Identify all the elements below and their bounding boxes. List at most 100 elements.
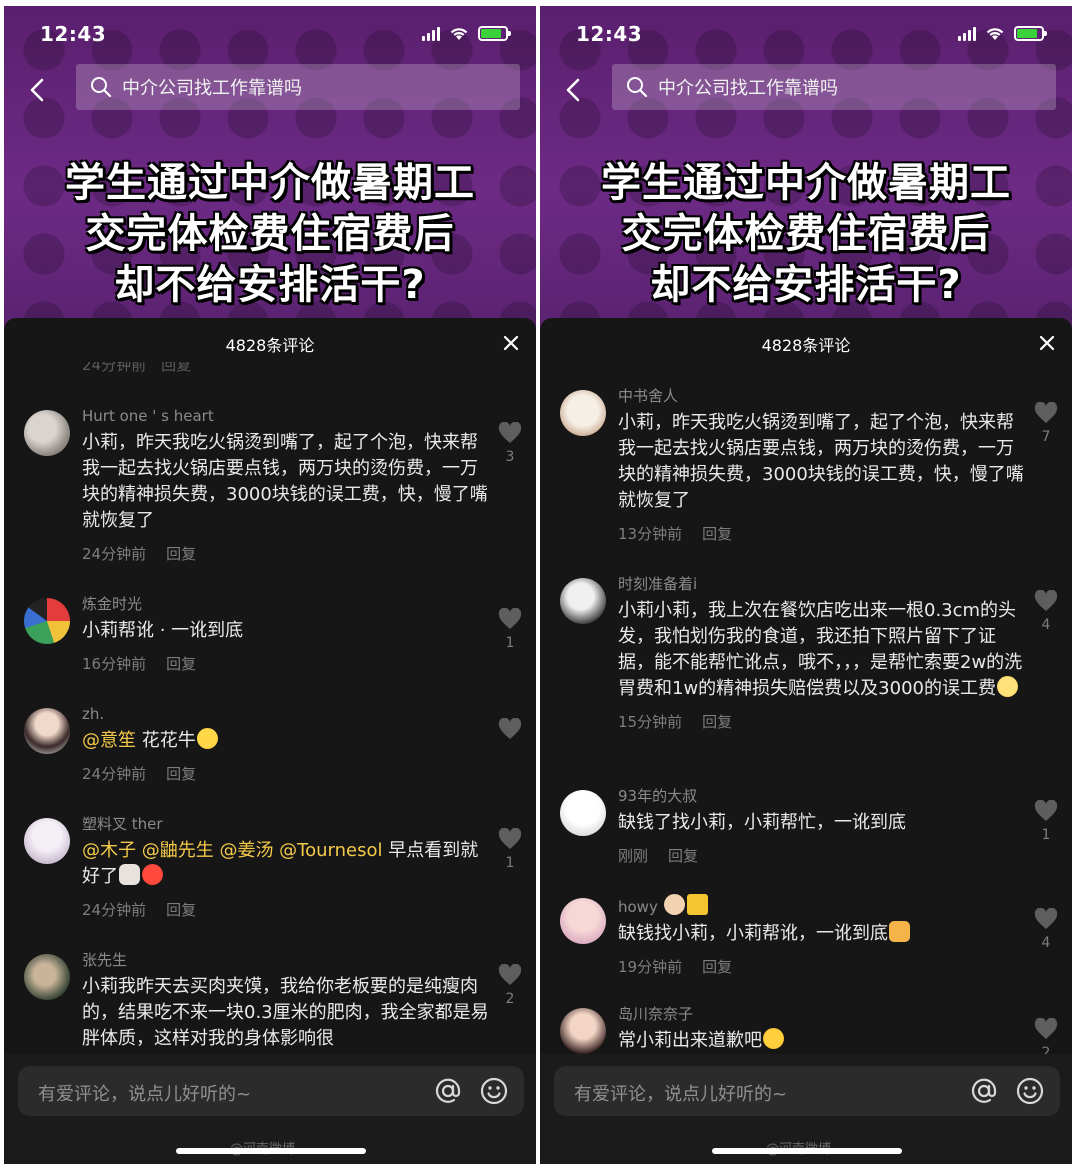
comment-time: 刚刚: [618, 847, 649, 865]
status-icons: [422, 26, 511, 41]
comment-input-bar: 有爱评论，说点儿好听的~ @河南微博: [540, 1054, 1072, 1164]
headline-line-1: 学生通过中介做暑期工: [601, 160, 1011, 206]
avatar[interactable]: [560, 390, 606, 436]
avatar[interactable]: [24, 598, 70, 644]
reply-button[interactable]: 回复: [166, 655, 196, 673]
like-count: 2: [1041, 1045, 1051, 1054]
comment-username[interactable]: 时刻准备着i: [618, 574, 1028, 594]
heart-icon: [498, 964, 522, 985]
comment-username[interactable]: 塑料叉 ther: [82, 814, 492, 834]
home-indicator[interactable]: [712, 1148, 902, 1154]
like-button[interactable]: 4: [1030, 590, 1062, 634]
comment-text: 小莉，昨天我吃火锅烫到嘴了，起了个泡，快来帮我一起去找火锅店要点钱，两万块的烫伤…: [82, 432, 488, 531]
comment-list[interactable]: 24分钟前 回复 Hurt one ' s heart 小莉，昨天我吃火锅烫到嘴…: [4, 362, 536, 1054]
like-button[interactable]: 4: [1030, 908, 1062, 952]
reply-button[interactable]: 回复: [166, 545, 196, 563]
back-arrow-icon[interactable]: [24, 76, 52, 104]
comment-username[interactable]: 93年的大叔: [618, 786, 1028, 806]
like-count: 3: [505, 449, 515, 465]
video-cover[interactable]: 12:43 中介公司找工作靠谱吗 学生通过中介做暑期工 交完体检费住宿费后 却不…: [540, 6, 1072, 336]
heart-icon: [1034, 590, 1058, 611]
mention-at-icon[interactable]: [970, 1077, 998, 1105]
close-icon[interactable]: [1038, 334, 1056, 352]
comment-username[interactable]: Hurt one ' s heart: [82, 406, 492, 426]
like-button[interactable]: [494, 718, 526, 744]
back-arrow-icon[interactable]: [560, 76, 588, 104]
comment-username[interactable]: zh.: [82, 704, 492, 724]
heart-icon: [1034, 1018, 1058, 1039]
like-button[interactable]: 2: [494, 964, 526, 1008]
comment-count: 4828条评论: [225, 336, 315, 355]
reply-button[interactable]: 回复: [702, 958, 732, 976]
like-count: 1: [505, 855, 515, 871]
grinning-emoji-icon: [763, 1028, 784, 1049]
comment-input[interactable]: 有爱评论，说点儿好听的~: [554, 1066, 1060, 1116]
avatar[interactable]: [24, 410, 70, 456]
avatar[interactable]: [560, 578, 606, 624]
comment-time: 15分钟前: [618, 713, 683, 731]
avatar[interactable]: [24, 954, 70, 1000]
comment-text-row: @意笙 花花牛: [82, 728, 492, 754]
comment-sheet: 4828条评论 24分钟前 回复 Hurt one ' s heart 小莉，昨…: [4, 318, 536, 1164]
comment-text: 小莉我昨天去买肉夹馍，我给你老板要的是纯瘦肉的，结果吃不来一块0.3厘米的肥肉，…: [82, 976, 489, 1049]
comment-username[interactable]: howy: [618, 898, 658, 916]
clipped-comment-meta: 24分钟前 回复: [82, 362, 192, 374]
emoji-picker-icon[interactable]: [480, 1077, 508, 1105]
heart-icon: [498, 718, 522, 739]
comment-username[interactable]: 中书舍人: [618, 386, 1028, 406]
like-button[interactable]: 1: [494, 608, 526, 652]
cover-headline: 学生通过中介做暑期工 交完体检费住宿费后 却不给安排活干?: [4, 158, 536, 311]
search-box[interactable]: 中介公司找工作靠谱吗: [612, 64, 1056, 110]
laughing-emoji-icon: [196, 728, 218, 749]
comment-text: 缺钱找小莉，小莉帮讹，一讹到底: [618, 923, 888, 944]
comment-list[interactable]: 中书舍人 小莉，昨天我吃火锅烫到嘴了，起了个泡，快来帮我一起去找火锅店要点钱，两…: [540, 362, 1072, 1054]
avatar[interactable]: [560, 790, 606, 836]
mentions[interactable]: @木子 @鼬先生 @姜汤 @Tournesol: [82, 840, 382, 861]
reply-button[interactable]: 回复: [166, 765, 196, 783]
search-query: 中介公司找工作靠谱吗: [658, 78, 838, 99]
like-button[interactable]: 1: [494, 828, 526, 872]
comment-username[interactable]: 张先生: [82, 950, 492, 970]
like-button[interactable]: 1: [1030, 800, 1062, 844]
search-box[interactable]: 中介公司找工作靠谱吗: [76, 64, 520, 110]
like-count: 1: [505, 635, 515, 651]
reply-button[interactable]: 回复: [668, 847, 698, 865]
comment-time: 24分钟前: [82, 545, 147, 563]
headline-line-1: 学生通过中介做暑期工: [65, 160, 475, 206]
close-icon[interactable]: [502, 334, 520, 352]
like-count: 2: [505, 991, 515, 1007]
avatar[interactable]: [24, 818, 70, 864]
avatar[interactable]: [560, 898, 606, 944]
comment-meta: 刚刚 回复: [618, 846, 1028, 866]
battery-icon: [1014, 26, 1047, 41]
phone-screenshot-right: 12:43 中介公司找工作靠谱吗 学生通过中介做暑期工 交完体检费住宿费后 却不…: [540, 6, 1072, 1164]
flushed-emoji-icon: [996, 676, 1018, 697]
mention[interactable]: @意笙: [82, 730, 136, 751]
mention-at-icon[interactable]: [434, 1077, 462, 1105]
comment-text: 小莉，昨天我吃火锅烫到嘴了，起了个泡，快来帮我一起去找火锅店要点钱，两万块的烫伤…: [618, 412, 1024, 511]
reply-button[interactable]: 回复: [702, 525, 732, 543]
avatar[interactable]: [24, 708, 70, 754]
avatar[interactable]: [560, 1008, 606, 1054]
heart-icon: [498, 422, 522, 443]
reply-button[interactable]: 回复: [702, 713, 732, 731]
heart-icon: [1034, 402, 1058, 423]
search-query: 中介公司找工作靠谱吗: [122, 78, 302, 99]
like-button[interactable]: 2: [1030, 1018, 1062, 1054]
status-bar: 12:43: [540, 6, 1072, 62]
comment-text: 常小莉出来道歉吧: [618, 1030, 762, 1051]
like-button[interactable]: 3: [494, 422, 526, 466]
comment-username[interactable]: 炼金时光: [82, 594, 492, 614]
video-cover[interactable]: 12:43 中介公司找工作靠谱吗 学生通过中介做暑期工 交完体检费住宿费后 却不…: [4, 6, 536, 336]
like-button[interactable]: 7: [1030, 402, 1062, 446]
heart-icon: [1034, 800, 1058, 821]
headline-line-3: 却不给安排活干?: [650, 262, 962, 308]
emoji-picker-icon[interactable]: [1016, 1077, 1044, 1105]
like-count: 4: [1041, 935, 1051, 951]
comment-input[interactable]: 有爱评论，说点儿好听的~: [18, 1066, 524, 1116]
comment-username[interactable]: 岛川奈奈子: [618, 1004, 1028, 1024]
reply-button[interactable]: 回复: [166, 901, 196, 919]
comment-input-bar: 有爱评论，说点儿好听的~ @河南微博: [4, 1054, 536, 1164]
home-indicator[interactable]: [176, 1148, 366, 1154]
headline-line-2: 交完体检费住宿费后: [85, 211, 455, 257]
